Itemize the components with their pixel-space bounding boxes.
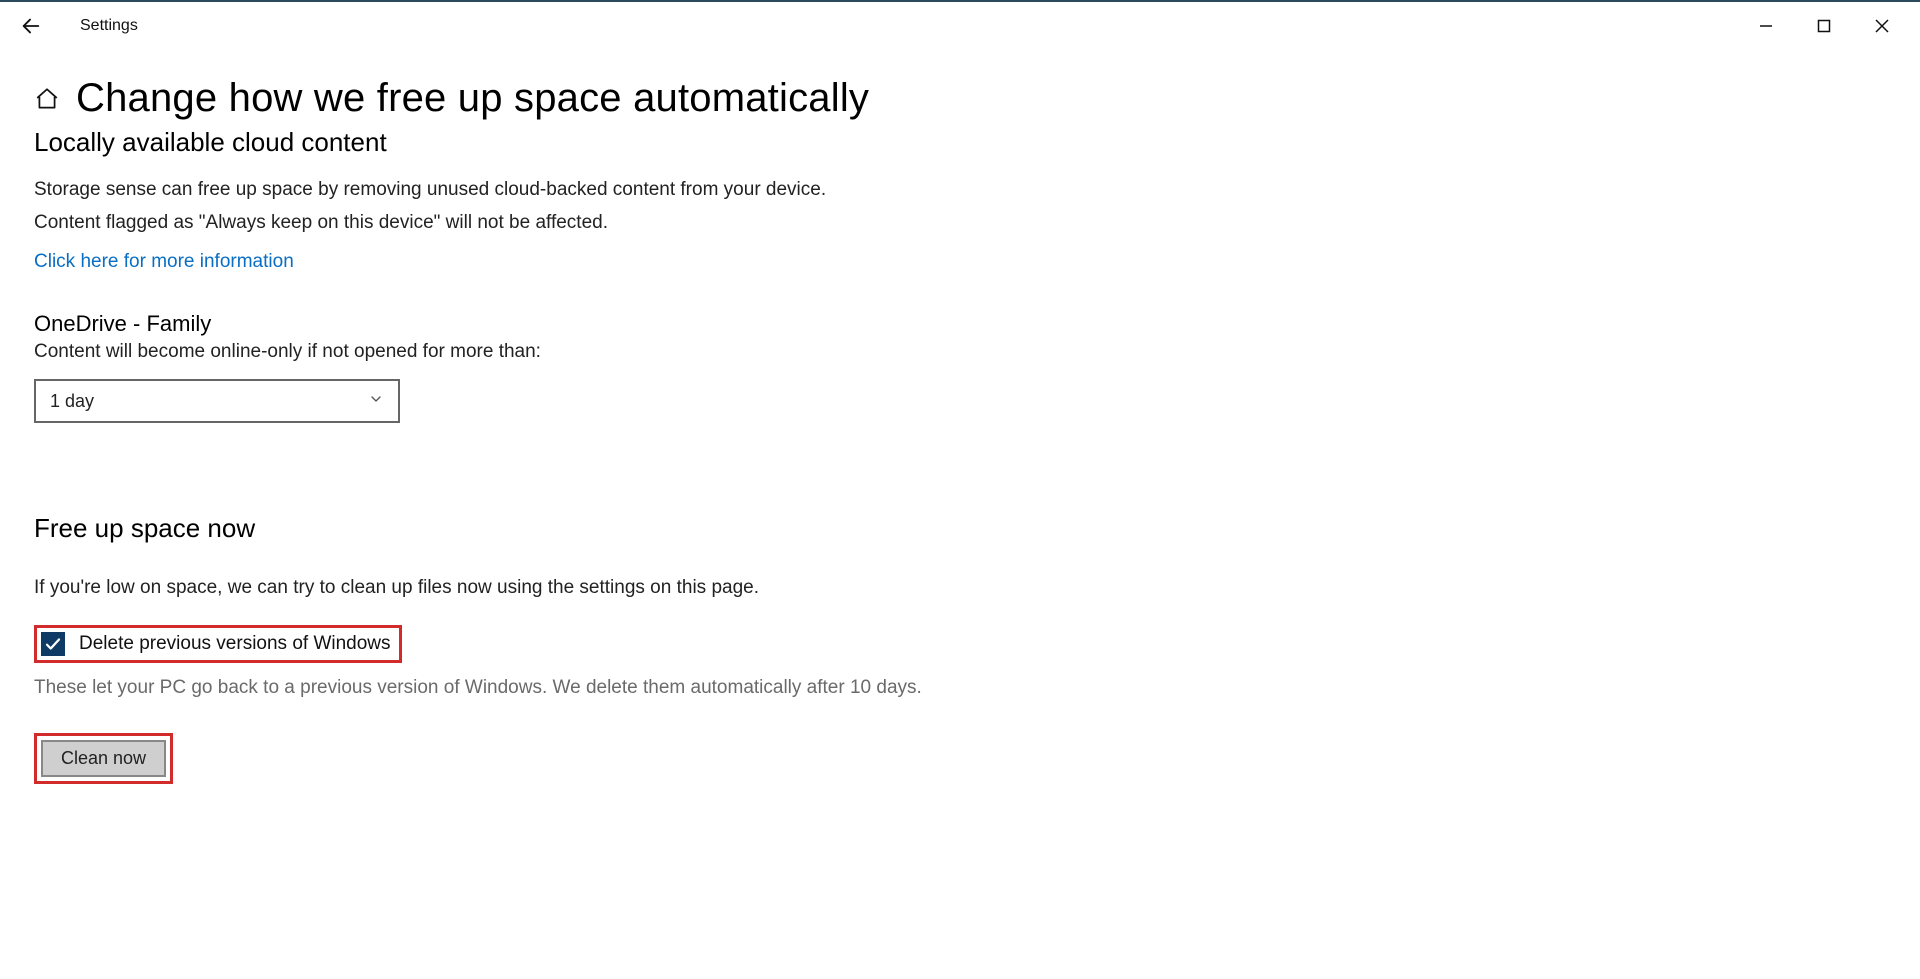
minimize-button[interactable] xyxy=(1738,6,1794,46)
free-up-heading: Free up space now xyxy=(34,513,1886,544)
maximize-icon xyxy=(1817,19,1831,33)
close-button[interactable] xyxy=(1854,6,1910,46)
onedrive-label: Content will become online-only if not o… xyxy=(34,341,1886,363)
clean-now-highlight: Clean now xyxy=(34,733,173,784)
titlebar: Settings xyxy=(0,0,1920,50)
maximize-button[interactable] xyxy=(1796,6,1852,46)
onedrive-duration-value: 1 day xyxy=(50,391,94,412)
minimize-icon xyxy=(1759,19,1773,33)
home-button[interactable] xyxy=(34,86,60,112)
page-header: Change how we free up space automaticall… xyxy=(34,76,1886,121)
chevron-down-icon xyxy=(368,391,384,412)
window-controls xyxy=(1738,6,1910,46)
back-button[interactable] xyxy=(20,15,60,37)
clean-now-button[interactable]: Clean now xyxy=(41,740,166,777)
home-icon xyxy=(34,86,60,112)
checkmark-icon xyxy=(44,635,62,653)
content-area: Change how we free up space automaticall… xyxy=(0,50,1920,804)
free-up-description: If you're low on space, we can try to cl… xyxy=(34,574,1886,603)
delete-previous-versions-label: Delete previous versions of Windows xyxy=(79,633,391,655)
arrow-left-icon xyxy=(20,15,42,37)
description-line-1: Storage sense can free up space by remov… xyxy=(34,176,1886,205)
page-title: Change how we free up space automaticall… xyxy=(76,76,869,121)
onedrive-duration-select[interactable]: 1 day xyxy=(34,379,400,423)
delete-previous-versions-checkbox[interactable] xyxy=(41,632,65,656)
delete-previous-versions-checkbox-row[interactable]: Delete previous versions of Windows xyxy=(34,625,402,663)
onedrive-heading: OneDrive - Family xyxy=(34,311,1886,337)
more-info-link[interactable]: Click here for more information xyxy=(34,251,294,273)
close-icon xyxy=(1875,19,1889,33)
app-title: Settings xyxy=(80,17,138,35)
delete-previous-versions-note: These let your PC go back to a previous … xyxy=(34,677,1886,699)
subsection-heading: Locally available cloud content xyxy=(34,127,1886,158)
description-line-2: Content flagged as "Always keep on this … xyxy=(34,209,1886,238)
